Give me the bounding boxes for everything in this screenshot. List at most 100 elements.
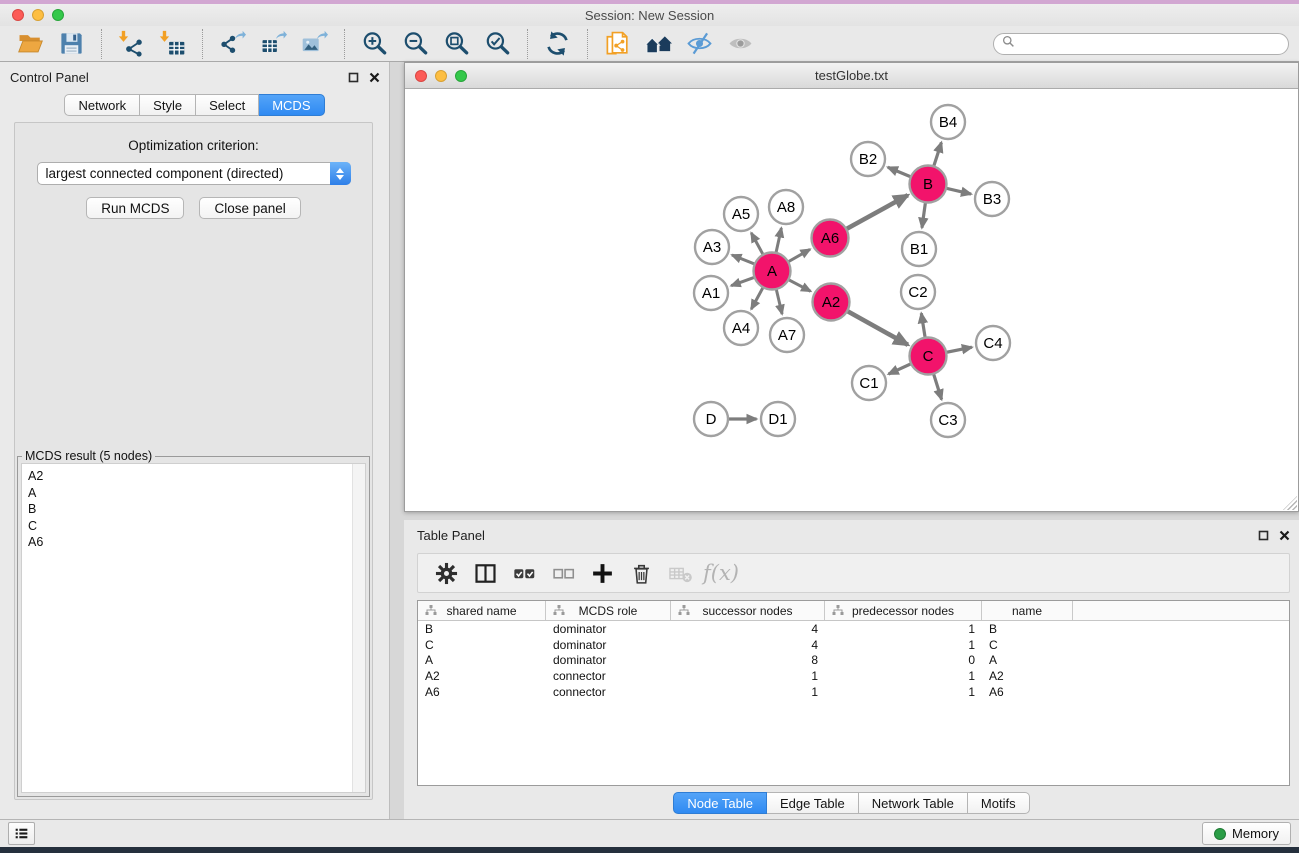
- column-header-predecessor-nodes[interactable]: predecessor nodes: [825, 601, 982, 620]
- delete-table-button[interactable]: [662, 556, 698, 590]
- add-button[interactable]: [584, 556, 620, 590]
- network-window-titlebar[interactable]: testGlobe.txt: [405, 63, 1298, 89]
- table-cell[interactable]: C: [418, 638, 546, 652]
- search-input[interactable]: [1020, 36, 1280, 51]
- table-cell[interactable]: B: [418, 622, 546, 636]
- node-table[interactable]: shared nameMCDS rolesuccessor nodesprede…: [417, 600, 1290, 786]
- zoom-network-window-button[interactable]: [455, 70, 467, 82]
- close-window-button[interactable]: [12, 9, 24, 21]
- result-item[interactable]: A2: [28, 468, 365, 485]
- node-A4[interactable]: A4: [724, 311, 758, 345]
- table-cell[interactable]: 1: [825, 685, 982, 699]
- function-button[interactable]: f(x): [701, 556, 737, 590]
- deselect-all-button[interactable]: [545, 556, 581, 590]
- node-B[interactable]: B: [910, 166, 947, 203]
- memory-button[interactable]: Memory: [1202, 822, 1291, 845]
- refresh-view-button[interactable]: [537, 28, 578, 60]
- table-cell[interactable]: A2: [418, 669, 546, 683]
- node-A8[interactable]: A8: [769, 190, 803, 224]
- select-all-button[interactable]: [506, 556, 542, 590]
- table-row[interactable]: A6connector11A6: [418, 684, 1289, 700]
- table-cell[interactable]: 1: [671, 685, 825, 699]
- show-selected-button[interactable]: [720, 28, 761, 60]
- task-history-button[interactable]: [8, 822, 35, 845]
- hide-selected-button[interactable]: [679, 28, 720, 60]
- table-cell[interactable]: A6: [418, 685, 546, 699]
- delete-button[interactable]: [623, 556, 659, 590]
- table-cell[interactable]: 8: [671, 653, 825, 667]
- node-A1[interactable]: A1: [694, 276, 728, 310]
- minimize-window-button[interactable]: [32, 9, 44, 21]
- column-header-name[interactable]: name: [982, 601, 1073, 620]
- save-session-button[interactable]: [51, 28, 92, 60]
- table-cell[interactable]: 1: [825, 638, 982, 652]
- table-cell[interactable]: A6: [982, 685, 1073, 699]
- table-cell[interactable]: 1: [825, 622, 982, 636]
- node-A7[interactable]: A7: [770, 318, 804, 352]
- table-cell[interactable]: B: [982, 622, 1073, 636]
- column-header-successor-nodes[interactable]: successor nodes: [671, 601, 825, 620]
- import-network-button[interactable]: [111, 28, 152, 60]
- zoom-in-button[interactable]: [354, 28, 395, 60]
- open-session-button[interactable]: [10, 28, 51, 60]
- table-row[interactable]: Adominator80A: [418, 653, 1289, 669]
- node-B1[interactable]: B1: [902, 232, 936, 266]
- duplicate-network-button[interactable]: [597, 28, 638, 60]
- result-item[interactable]: C: [28, 518, 365, 535]
- result-item[interactable]: A6: [28, 534, 365, 551]
- run-mcds-button[interactable]: Run MCDS: [86, 197, 184, 219]
- node-A2[interactable]: A2: [813, 284, 850, 321]
- result-item[interactable]: A: [28, 485, 365, 502]
- show-columns-button[interactable]: [467, 556, 503, 590]
- node-A3[interactable]: A3: [695, 230, 729, 264]
- node-A6[interactable]: A6: [812, 220, 849, 257]
- tab-select[interactable]: Select: [196, 94, 259, 116]
- table-cell[interactable]: connector: [546, 669, 671, 683]
- export-network-button[interactable]: [212, 28, 253, 60]
- node-C4[interactable]: C4: [976, 326, 1010, 360]
- table-cell[interactable]: 4: [671, 622, 825, 636]
- node-C3[interactable]: C3: [931, 403, 965, 437]
- float-panel-button[interactable]: [347, 71, 360, 84]
- zoom-window-button[interactable]: [52, 9, 64, 21]
- export-table-button[interactable]: [253, 28, 294, 60]
- close-panel-action-button[interactable]: Close panel: [199, 197, 300, 219]
- node-C[interactable]: C: [910, 338, 947, 375]
- zoom-out-button[interactable]: [395, 28, 436, 60]
- table-row[interactable]: Cdominator41C: [418, 637, 1289, 653]
- table-tab-motifs[interactable]: Motifs: [968, 792, 1030, 814]
- show-all-networks-button[interactable]: [638, 28, 679, 60]
- import-table-button[interactable]: [152, 28, 193, 60]
- export-image-button[interactable]: [294, 28, 335, 60]
- criterion-dropdown[interactable]: largest connected component (directed): [37, 162, 351, 185]
- table-cell[interactable]: A2: [982, 669, 1073, 683]
- node-A[interactable]: A: [754, 253, 791, 290]
- column-header-shared-name[interactable]: shared name: [418, 601, 546, 620]
- close-table-panel-button[interactable]: [1278, 529, 1291, 542]
- result-item[interactable]: B: [28, 501, 365, 518]
- node-B2[interactable]: B2: [851, 142, 885, 176]
- table-cell[interactable]: dominator: [546, 622, 671, 636]
- column-header-MCDS-role[interactable]: MCDS role: [546, 601, 671, 620]
- node-C2[interactable]: C2: [901, 275, 935, 309]
- table-cell[interactable]: 1: [825, 669, 982, 683]
- float-table-panel-button[interactable]: [1257, 529, 1270, 542]
- table-cell[interactable]: dominator: [546, 638, 671, 652]
- close-network-window-button[interactable]: [415, 70, 427, 82]
- node-D1[interactable]: D1: [761, 402, 795, 436]
- table-cell[interactable]: C: [982, 638, 1073, 652]
- table-cell[interactable]: connector: [546, 685, 671, 699]
- tab-mcds[interactable]: MCDS: [259, 94, 324, 116]
- network-canvas[interactable]: B4B2BB3A8A5A6B1A3AC2A1A2A4A7C4CC1C3DD1: [405, 89, 1298, 511]
- minimize-network-window-button[interactable]: [435, 70, 447, 82]
- table-cell[interactable]: 4: [671, 638, 825, 652]
- mcds-result-list[interactable]: A2ABCA6: [21, 463, 366, 793]
- settings-button[interactable]: [428, 556, 464, 590]
- table-cell[interactable]: A: [982, 653, 1073, 667]
- node-A5[interactable]: A5: [724, 197, 758, 231]
- zoom-fit-button[interactable]: [436, 28, 477, 60]
- tab-style[interactable]: Style: [140, 94, 196, 116]
- network-graph[interactable]: B4B2BB3A8A5A6B1A3AC2A1A2A4A7C4CC1C3DD1: [405, 89, 1298, 511]
- table-cell[interactable]: dominator: [546, 653, 671, 667]
- close-panel-button[interactable]: [368, 71, 381, 84]
